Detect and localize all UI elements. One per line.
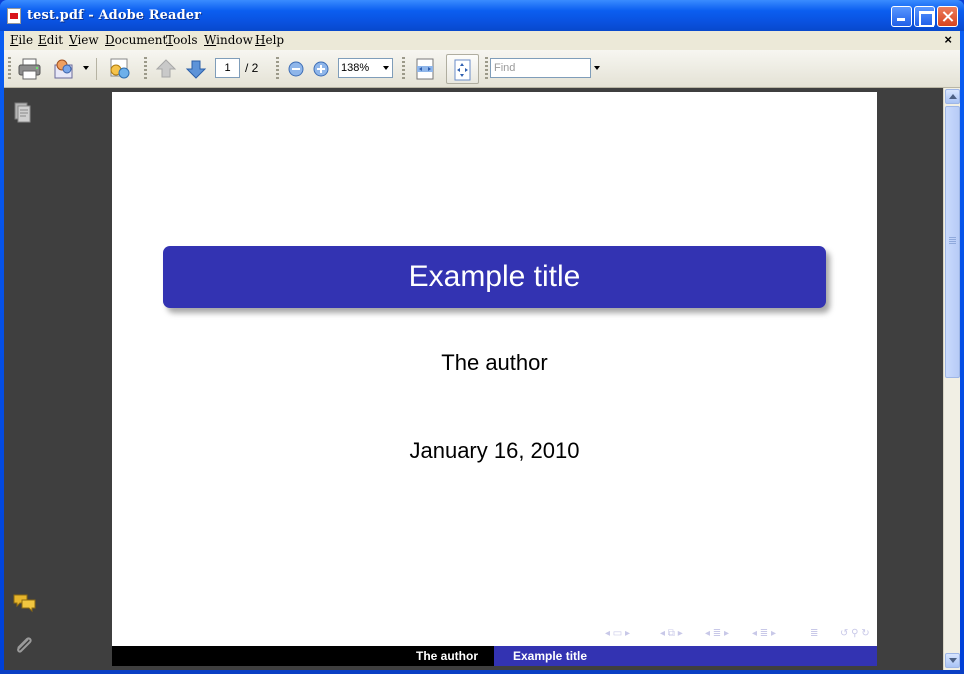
menu-help[interactable]: Help [255, 33, 284, 47]
nav-document-icon[interactable]: ◂ ≣ ▸ [752, 628, 776, 639]
slide-title-box: Example title [163, 246, 826, 308]
close-button[interactable] [937, 6, 958, 27]
document-close-button[interactable]: × [944, 32, 952, 47]
footer-author-bar: The author [112, 646, 494, 666]
menu-window[interactable]: Window [204, 33, 253, 47]
nav-subsection-icon[interactable]: ◂ ⧉ ▸ [660, 628, 683, 639]
menu-file[interactable]: File [10, 33, 33, 47]
navigation-pane [4, 88, 112, 670]
comments-icon[interactable] [12, 592, 38, 619]
pdf-file-icon [7, 8, 21, 24]
window-title: test.pdf - Adobe Reader [27, 8, 202, 23]
pdf-page: Example title The author January 16, 201… [112, 92, 877, 666]
scroll-up-button[interactable] [945, 89, 960, 104]
vertical-scrollbar[interactable] [943, 88, 960, 670]
menu-document[interactable]: Document [105, 33, 167, 47]
menu-bar: File Edit View Document Tools Window Hel… [4, 31, 960, 50]
zoom-dropdown-arrow[interactable] [380, 58, 393, 78]
toolbar-grip[interactable] [144, 57, 147, 81]
find-input[interactable]: Find [490, 58, 591, 78]
collaborate-icon[interactable] [107, 57, 133, 81]
nav-toc-icon[interactable]: ≣ [810, 628, 818, 639]
slide-author: The author [441, 350, 548, 375]
scroll-thumb[interactable] [945, 106, 960, 378]
zoom-out-icon[interactable] [284, 57, 310, 81]
fit-page-button[interactable] [446, 54, 479, 84]
menu-edit[interactable]: Edit [38, 33, 63, 47]
pages-panel-icon[interactable] [12, 100, 34, 129]
paperclip-icon[interactable] [12, 634, 36, 663]
email-icon[interactable] [52, 57, 78, 81]
fit-page-icon [454, 59, 471, 81]
nav-search-icon[interactable]: ↺ ⚲ ↻ [840, 628, 870, 639]
slide-date: January 16, 2010 [409, 438, 580, 463]
toolbar: 1 / 2 138% Find [4, 50, 960, 88]
toolbar-grip[interactable] [276, 57, 279, 81]
minimize-button[interactable] [891, 6, 912, 27]
slide-title: Example title [408, 260, 581, 293]
menu-tools[interactable]: Tools [166, 33, 198, 47]
toolbar-grip[interactable] [8, 57, 11, 81]
toolbar-separator [96, 58, 97, 80]
footer-title-bar: Example title [494, 646, 877, 666]
scroll-down-button[interactable] [945, 653, 960, 668]
find-dropdown-arrow[interactable] [591, 58, 601, 78]
menu-view[interactable]: View [69, 33, 99, 47]
footer-author: The author [416, 649, 478, 663]
window-bottom-border [0, 670, 964, 674]
arrow-up-icon[interactable] [153, 57, 179, 81]
page-total-label: / 2 [245, 61, 259, 75]
nav-section-icon[interactable]: ◂ ≣ ▸ [705, 628, 729, 639]
toolbar-grip[interactable] [485, 57, 488, 81]
footer-title: Example title [513, 649, 588, 663]
page-number-input[interactable]: 1 [215, 58, 240, 78]
toolbar-grip[interactable] [402, 57, 405, 81]
app-window: test.pdf - Adobe Reader File Edit View D… [0, 0, 964, 674]
document-view[interactable]: Example title The author January 16, 201… [112, 88, 943, 670]
email-dropdown-arrow[interactable] [80, 58, 90, 78]
fit-width-icon[interactable] [412, 57, 438, 81]
title-bar[interactable]: test.pdf - Adobe Reader [0, 0, 964, 31]
printer-icon[interactable] [17, 57, 43, 81]
maximize-button[interactable] [914, 6, 935, 27]
arrow-down-icon[interactable] [183, 57, 209, 81]
beamer-navigation-symbols[interactable]: ◂ ▭ ▸ ◂ ⧉ ▸ ◂ ≣ ▸ ◂ ≣ ▸ ≣ ↺ ⚲ ↻ [602, 628, 872, 642]
nav-frame-icon[interactable]: ◂ ▭ ▸ [605, 628, 630, 639]
zoom-in-icon[interactable] [309, 57, 335, 81]
